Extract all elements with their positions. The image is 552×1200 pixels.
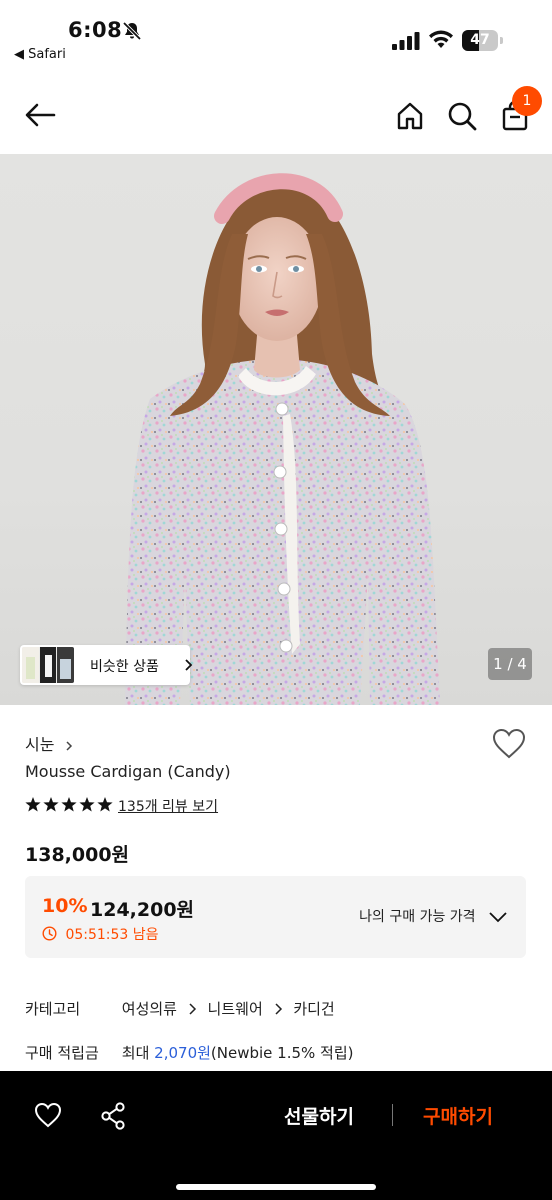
- image-page-indicator: 1 / 4: [488, 648, 532, 680]
- battery-indicator: 47: [462, 30, 503, 51]
- points-value: 2,070원: [154, 1044, 211, 1062]
- buy-button[interactable]: 구매하기: [423, 1102, 493, 1129]
- star-icon: [97, 797, 113, 812]
- discount-timer: 05:51:53 남음: [42, 924, 159, 944]
- heart-wishlist-icon[interactable]: [492, 728, 526, 760]
- original-price: 138,000원: [25, 844, 130, 866]
- battery-level-text: 47: [470, 32, 490, 48]
- status-time: 6:08: [68, 18, 123, 42]
- discount-rate: 10%: [42, 895, 88, 917]
- product-photo: [125, 173, 440, 705]
- star-icon: [61, 797, 77, 812]
- category-row: 카테고리 여성의류 니트웨어 카디건: [25, 998, 335, 1019]
- my-price-label: 나의 구매 가능 가격: [359, 909, 476, 925]
- bottom-action-bar: 선물하기 구매하기: [0, 1071, 552, 1200]
- category-link-3[interactable]: 카디건: [293, 1000, 334, 1018]
- category-link-2[interactable]: 니트웨어: [208, 1000, 263, 1018]
- product-name: Mousse Cardigan (Candy): [25, 762, 231, 781]
- points-row: 구매 적립금 최대 2,070원(Newbie 1.5% 적립): [25, 1042, 354, 1063]
- star-icon: [79, 797, 95, 812]
- discount-panel: 10% 124,200원 05:51:53 남음 나의 구매 가능 가격: [25, 876, 526, 958]
- points-label: 구매 적립금: [25, 1044, 99, 1062]
- rating-stars: [25, 797, 113, 812]
- similar-products-button[interactable]: 비슷한 상품: [20, 645, 193, 685]
- points-suffix: (Newbie 1.5% 적립): [210, 1044, 354, 1062]
- gift-button[interactable]: 선물하기: [284, 1102, 354, 1129]
- star-icon: [43, 797, 59, 812]
- chevron-right-icon: [275, 1003, 282, 1015]
- chevron-right-icon: [185, 659, 193, 671]
- similar-products-thumbnail: [22, 647, 74, 683]
- similar-products-label: 비슷한 상품: [90, 659, 159, 675]
- my-price-toggle[interactable]: 나의 구매 가능 가격: [359, 906, 508, 926]
- star-icon: [25, 797, 41, 812]
- heart-icon[interactable]: [34, 1102, 62, 1128]
- search-icon[interactable]: [446, 100, 478, 132]
- chevron-right-icon: [189, 1003, 196, 1015]
- category-label: 카테고리: [25, 1000, 81, 1018]
- product-image-gallery[interactable]: 비슷한 상품 1 / 4: [0, 154, 552, 705]
- top-navigation: 1: [0, 72, 552, 154]
- clock-icon: [42, 926, 57, 941]
- cart-count-badge: 1: [512, 86, 542, 116]
- review-link[interactable]: 135개 리뷰 보기: [118, 796, 218, 816]
- wifi-icon: [429, 30, 453, 48]
- back-arrow-icon[interactable]: [22, 100, 58, 130]
- home-icon[interactable]: [394, 100, 426, 132]
- brand-name: 시눈: [25, 735, 55, 754]
- category-link-1[interactable]: 여성의류: [122, 1000, 177, 1018]
- discount-price: 124,200원: [90, 899, 195, 921]
- points-prefix: 최대: [121, 1044, 150, 1062]
- bell-muted-icon: [122, 21, 142, 41]
- brand-link[interactable]: 시눈: [25, 731, 74, 755]
- chevron-right-icon: [66, 740, 72, 751]
- divider: [392, 1104, 393, 1126]
- back-to-safari-link[interactable]: ◀ Safari: [14, 47, 66, 62]
- status-bar: 6:08 ◀ Safari 47: [0, 0, 552, 72]
- chevron-down-icon: [489, 912, 507, 923]
- share-icon[interactable]: [100, 1102, 126, 1130]
- home-indicator: [176, 1184, 376, 1190]
- timer-text: 05:51:53 남음: [65, 927, 159, 943]
- cellular-signal-icon: [392, 32, 420, 50]
